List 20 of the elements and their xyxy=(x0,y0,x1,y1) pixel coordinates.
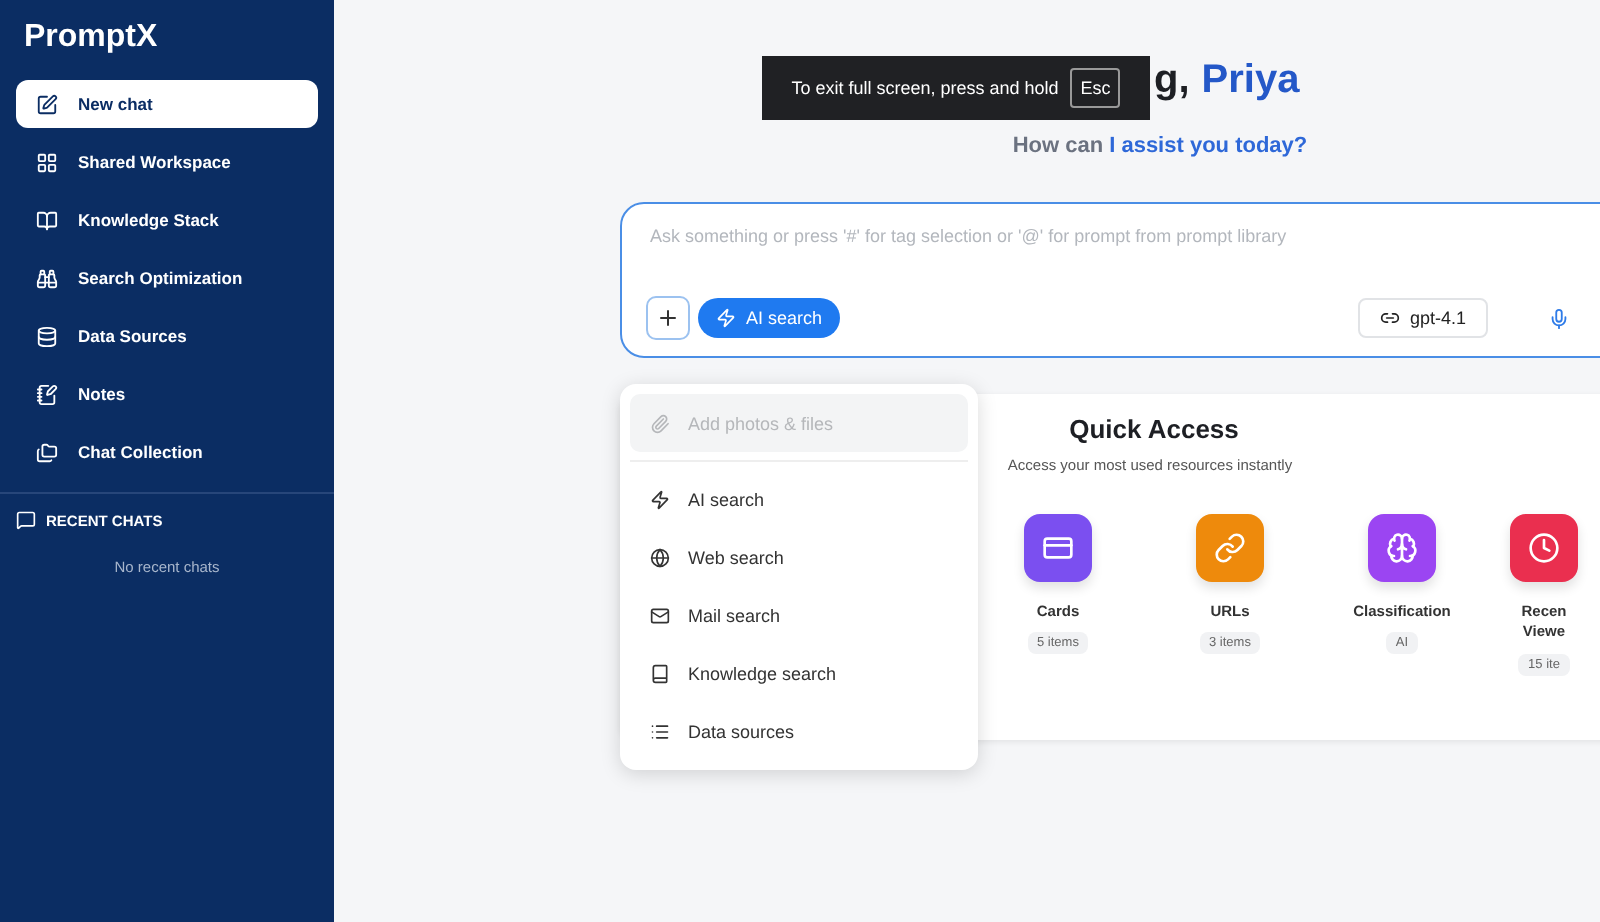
quick-access-title: Quick Access xyxy=(1069,414,1239,444)
sidebar-item[interactable]: New chat xyxy=(16,80,318,128)
ai-search-button[interactable]: AI search xyxy=(698,298,841,338)
menu-item[interactable]: AI search xyxy=(630,470,968,528)
model-selector[interactable]: gpt-4.1 xyxy=(1357,298,1488,338)
subtitle: How can I assist you today? xyxy=(1010,134,1310,158)
sidebar-item[interactable]: Knowledge Stack xyxy=(16,196,318,244)
menu-item[interactable]: Mail search xyxy=(630,586,968,644)
greeting-heading: g, Priya xyxy=(1154,58,1300,106)
brand-logo: PromptX xyxy=(22,18,160,58)
sidebar-item[interactable]: Shared Workspace xyxy=(16,138,318,186)
sidebar-item[interactable]: Data Sources xyxy=(16,312,318,360)
menu-item[interactable]: Knowledge search xyxy=(630,644,968,702)
menu-item[interactable]: Web search xyxy=(630,528,968,586)
sidebar-item[interactable]: Search Optimization xyxy=(16,254,318,302)
notice-text: To exit full screen, press and hold xyxy=(791,78,1059,98)
key-hint: Esc xyxy=(1070,68,1121,108)
sidebar-item[interactable]: Chat Collection xyxy=(16,428,318,476)
sidebar-item[interactable]: Notes xyxy=(16,370,318,418)
menu-item[interactable]: Data sources xyxy=(630,702,968,760)
